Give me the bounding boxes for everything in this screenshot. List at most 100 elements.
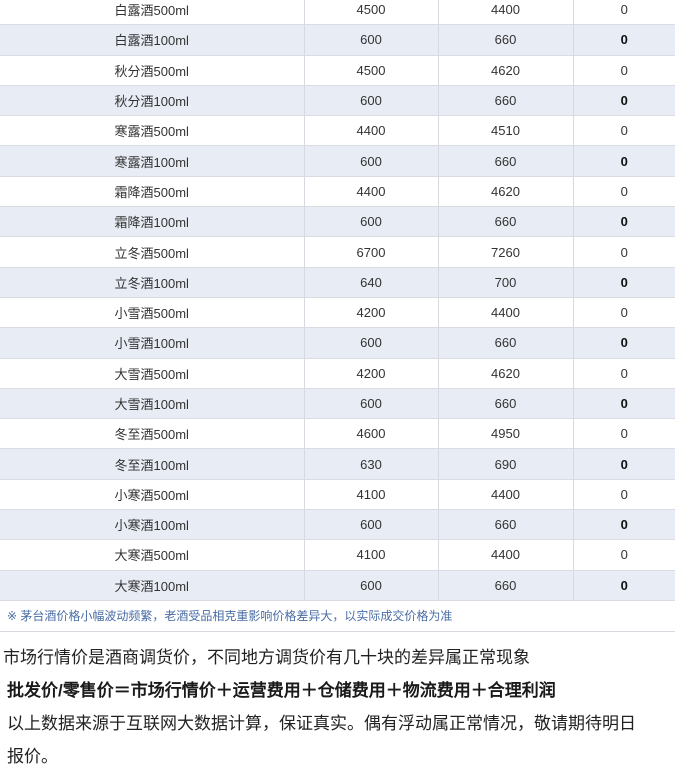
price-cell: 6700	[304, 237, 438, 267]
product-name-cell: 立冬酒100ml	[0, 267, 304, 297]
change-cell: 0	[573, 388, 675, 418]
table-row: 大寒酒500ml 4100 4400 0	[0, 540, 675, 570]
price-cell: 4500	[304, 0, 438, 25]
price-cell: 4100	[304, 479, 438, 509]
table-row: 寒露酒100ml 600 660 0	[0, 146, 675, 176]
change-cell: 0	[573, 55, 675, 85]
change-cell: 0	[573, 570, 675, 600]
price-cell: 4620	[438, 55, 573, 85]
price-cell: 4100	[304, 540, 438, 570]
table-row: 冬至酒500ml 4600 4950 0	[0, 419, 675, 449]
product-name-cell: 大寒酒100ml	[0, 570, 304, 600]
price-cell: 600	[304, 388, 438, 418]
product-name-cell: 秋分酒100ml	[0, 85, 304, 115]
price-cell: 4200	[304, 358, 438, 388]
change-cell: 0	[573, 25, 675, 55]
change-cell: 0	[573, 479, 675, 509]
price-cell: 600	[304, 510, 438, 540]
price-cell: 630	[304, 449, 438, 479]
price-cell: 4200	[304, 297, 438, 327]
change-cell: 0	[573, 0, 675, 25]
table-row: 小寒酒100ml 600 660 0	[0, 510, 675, 540]
product-name-cell: 秋分酒500ml	[0, 55, 304, 85]
product-name-cell: 霜降酒100ml	[0, 207, 304, 237]
table-row: 冬至酒100ml 630 690 0	[0, 449, 675, 479]
table-row: 寒露酒500ml 4400 4510 0	[0, 116, 675, 146]
table-row: 霜降酒100ml 600 660 0	[0, 207, 675, 237]
change-cell: 0	[573, 116, 675, 146]
table-row: 秋分酒500ml 4500 4620 0	[0, 55, 675, 85]
product-name-cell: 小雪酒100ml	[0, 328, 304, 358]
table-row: 大雪酒100ml 600 660 0	[0, 388, 675, 418]
price-cell: 660	[438, 146, 573, 176]
change-cell: 0	[573, 297, 675, 327]
price-cell: 700	[438, 267, 573, 297]
table-row: 小雪酒100ml 600 660 0	[0, 328, 675, 358]
change-cell: 0	[573, 85, 675, 115]
change-cell: 0	[573, 449, 675, 479]
product-name-cell: 寒露酒100ml	[0, 146, 304, 176]
price-cell: 690	[438, 449, 573, 479]
product-name-cell: 大雪酒500ml	[0, 358, 304, 388]
para-price-formula: 批发价/零售价＝市场行情价＋运营费用＋仓储费用＋物流费用＋合理利润	[7, 674, 641, 707]
change-cell: 0	[573, 540, 675, 570]
price-cell: 4400	[438, 540, 573, 570]
change-cell: 0	[573, 267, 675, 297]
price-cell: 4500	[304, 55, 438, 85]
info-paragraphs: 市场行情价是酒商调货价，不同地方调货价有几十块的差异属正常现象 批发价/零售价＝…	[0, 632, 641, 773]
price-cell: 4510	[438, 116, 573, 146]
price-cell: 660	[438, 328, 573, 358]
price-cell: 4950	[438, 419, 573, 449]
table-row: 霜降酒500ml 4400 4620 0	[0, 176, 675, 206]
price-cell: 7260	[438, 237, 573, 267]
change-cell: 0	[573, 358, 675, 388]
table-row: 秋分酒100ml 600 660 0	[0, 85, 675, 115]
change-cell: 0	[573, 510, 675, 540]
price-cell: 600	[304, 207, 438, 237]
change-cell: 0	[573, 328, 675, 358]
price-cell: 660	[438, 85, 573, 115]
price-cell: 4400	[438, 0, 573, 25]
price-footnote: ※ 茅台酒价格小幅波动频繁，老酒受品相克重影响价格差异大，以实际成交价格为准	[0, 601, 675, 632]
price-cell: 600	[304, 146, 438, 176]
price-cell: 4620	[438, 176, 573, 206]
price-cell: 640	[304, 267, 438, 297]
change-cell: 0	[573, 207, 675, 237]
price-cell: 4400	[438, 479, 573, 509]
price-table-body: 白露酒500ml 4500 4400 0 白露酒100ml 600 660 0 …	[0, 0, 675, 600]
product-name-cell: 大雪酒100ml	[0, 388, 304, 418]
price-cell: 4400	[304, 116, 438, 146]
table-row: 立冬酒500ml 6700 7260 0	[0, 237, 675, 267]
change-cell: 0	[573, 176, 675, 206]
price-cell: 660	[438, 510, 573, 540]
table-row: 大寒酒100ml 600 660 0	[0, 570, 675, 600]
price-cell: 600	[304, 85, 438, 115]
price-cell: 600	[304, 25, 438, 55]
table-row: 白露酒100ml 600 660 0	[0, 25, 675, 55]
product-name-cell: 冬至酒100ml	[0, 449, 304, 479]
product-name-cell: 冬至酒500ml	[0, 419, 304, 449]
product-name-cell: 小寒酒100ml	[0, 510, 304, 540]
para-data-disclaimer: 以上数据来源于互联网大数据计算，保证真实。偶有浮动属正常情况，敬请期待明日报价。	[7, 707, 641, 773]
price-cell: 4400	[304, 176, 438, 206]
change-cell: 0	[573, 146, 675, 176]
product-name-cell: 大寒酒500ml	[0, 540, 304, 570]
table-row: 大雪酒500ml 4200 4620 0	[0, 358, 675, 388]
price-cell: 600	[304, 328, 438, 358]
change-cell: 0	[573, 419, 675, 449]
product-name-cell: 白露酒500ml	[0, 0, 304, 25]
product-name-cell: 寒露酒500ml	[0, 116, 304, 146]
product-name-cell: 霜降酒500ml	[0, 176, 304, 206]
price-cell: 4400	[438, 297, 573, 327]
product-name-cell: 小寒酒500ml	[0, 479, 304, 509]
table-row: 立冬酒100ml 640 700 0	[0, 267, 675, 297]
table-row: 小雪酒500ml 4200 4400 0	[0, 297, 675, 327]
price-cell: 600	[304, 570, 438, 600]
price-cell: 660	[438, 25, 573, 55]
table-row: 小寒酒500ml 4100 4400 0	[0, 479, 675, 509]
price-cell: 4620	[438, 358, 573, 388]
price-cell: 660	[438, 207, 573, 237]
liquor-price-table: 白露酒500ml 4500 4400 0 白露酒100ml 600 660 0 …	[0, 0, 675, 601]
product-name-cell: 白露酒100ml	[0, 25, 304, 55]
table-row: 白露酒500ml 4500 4400 0	[0, 0, 675, 25]
